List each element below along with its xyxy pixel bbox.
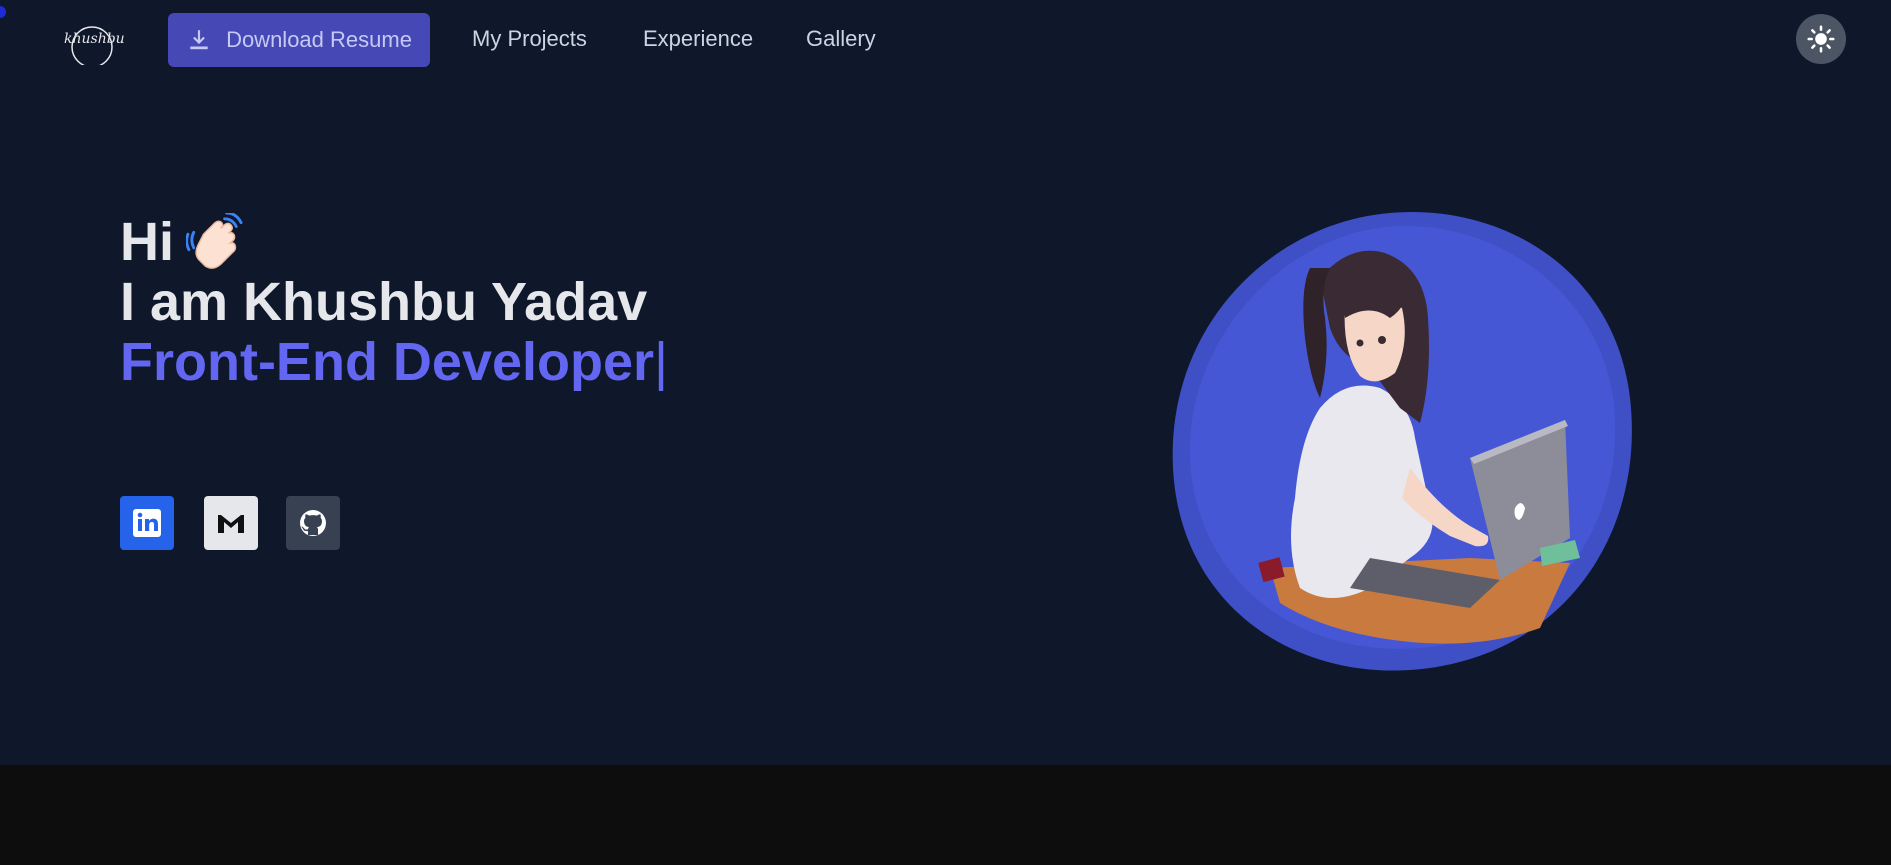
- nav-experience[interactable]: Experience: [643, 26, 753, 52]
- bottom-section: [0, 765, 1891, 865]
- logo[interactable]: khushbu: [62, 17, 126, 68]
- gmail-icon: [218, 515, 244, 533]
- theme-toggle-button[interactable]: [1796, 14, 1846, 64]
- download-icon: [190, 30, 208, 50]
- intro-line: I am Khushbu Yadav: [120, 272, 648, 332]
- github-icon: [300, 510, 326, 536]
- svg-text:khushbu: khushbu: [64, 31, 125, 47]
- greeting-text: Hi: [120, 212, 174, 272]
- role-text: Front-End Developer: [120, 332, 655, 392]
- linkedin-icon: [133, 509, 161, 537]
- navbar: khushbu Download Resume My Projects Expe…: [0, 0, 1891, 80]
- nav-gallery[interactable]: Gallery: [806, 26, 876, 52]
- gmail-button[interactable]: [204, 496, 258, 550]
- nav-my-projects[interactable]: My Projects: [472, 26, 587, 52]
- greeting-line: Hi: [120, 212, 668, 272]
- waving-hand-icon: [186, 213, 243, 269]
- download-resume-label: Download Resume: [226, 27, 412, 52]
- social-links: [120, 496, 340, 550]
- role-line: Front-End Developer|: [120, 332, 668, 392]
- github-button[interactable]: [286, 496, 340, 550]
- hero-illustration: [1170, 208, 1640, 676]
- hero-text: Hi I am Khushbu Yadav Front-End Develope…: [120, 212, 668, 392]
- typing-cursor: |: [654, 332, 669, 392]
- linkedin-button[interactable]: [120, 496, 174, 550]
- sun-icon: [1807, 25, 1835, 53]
- download-resume-button[interactable]: Download Resume: [168, 13, 430, 67]
